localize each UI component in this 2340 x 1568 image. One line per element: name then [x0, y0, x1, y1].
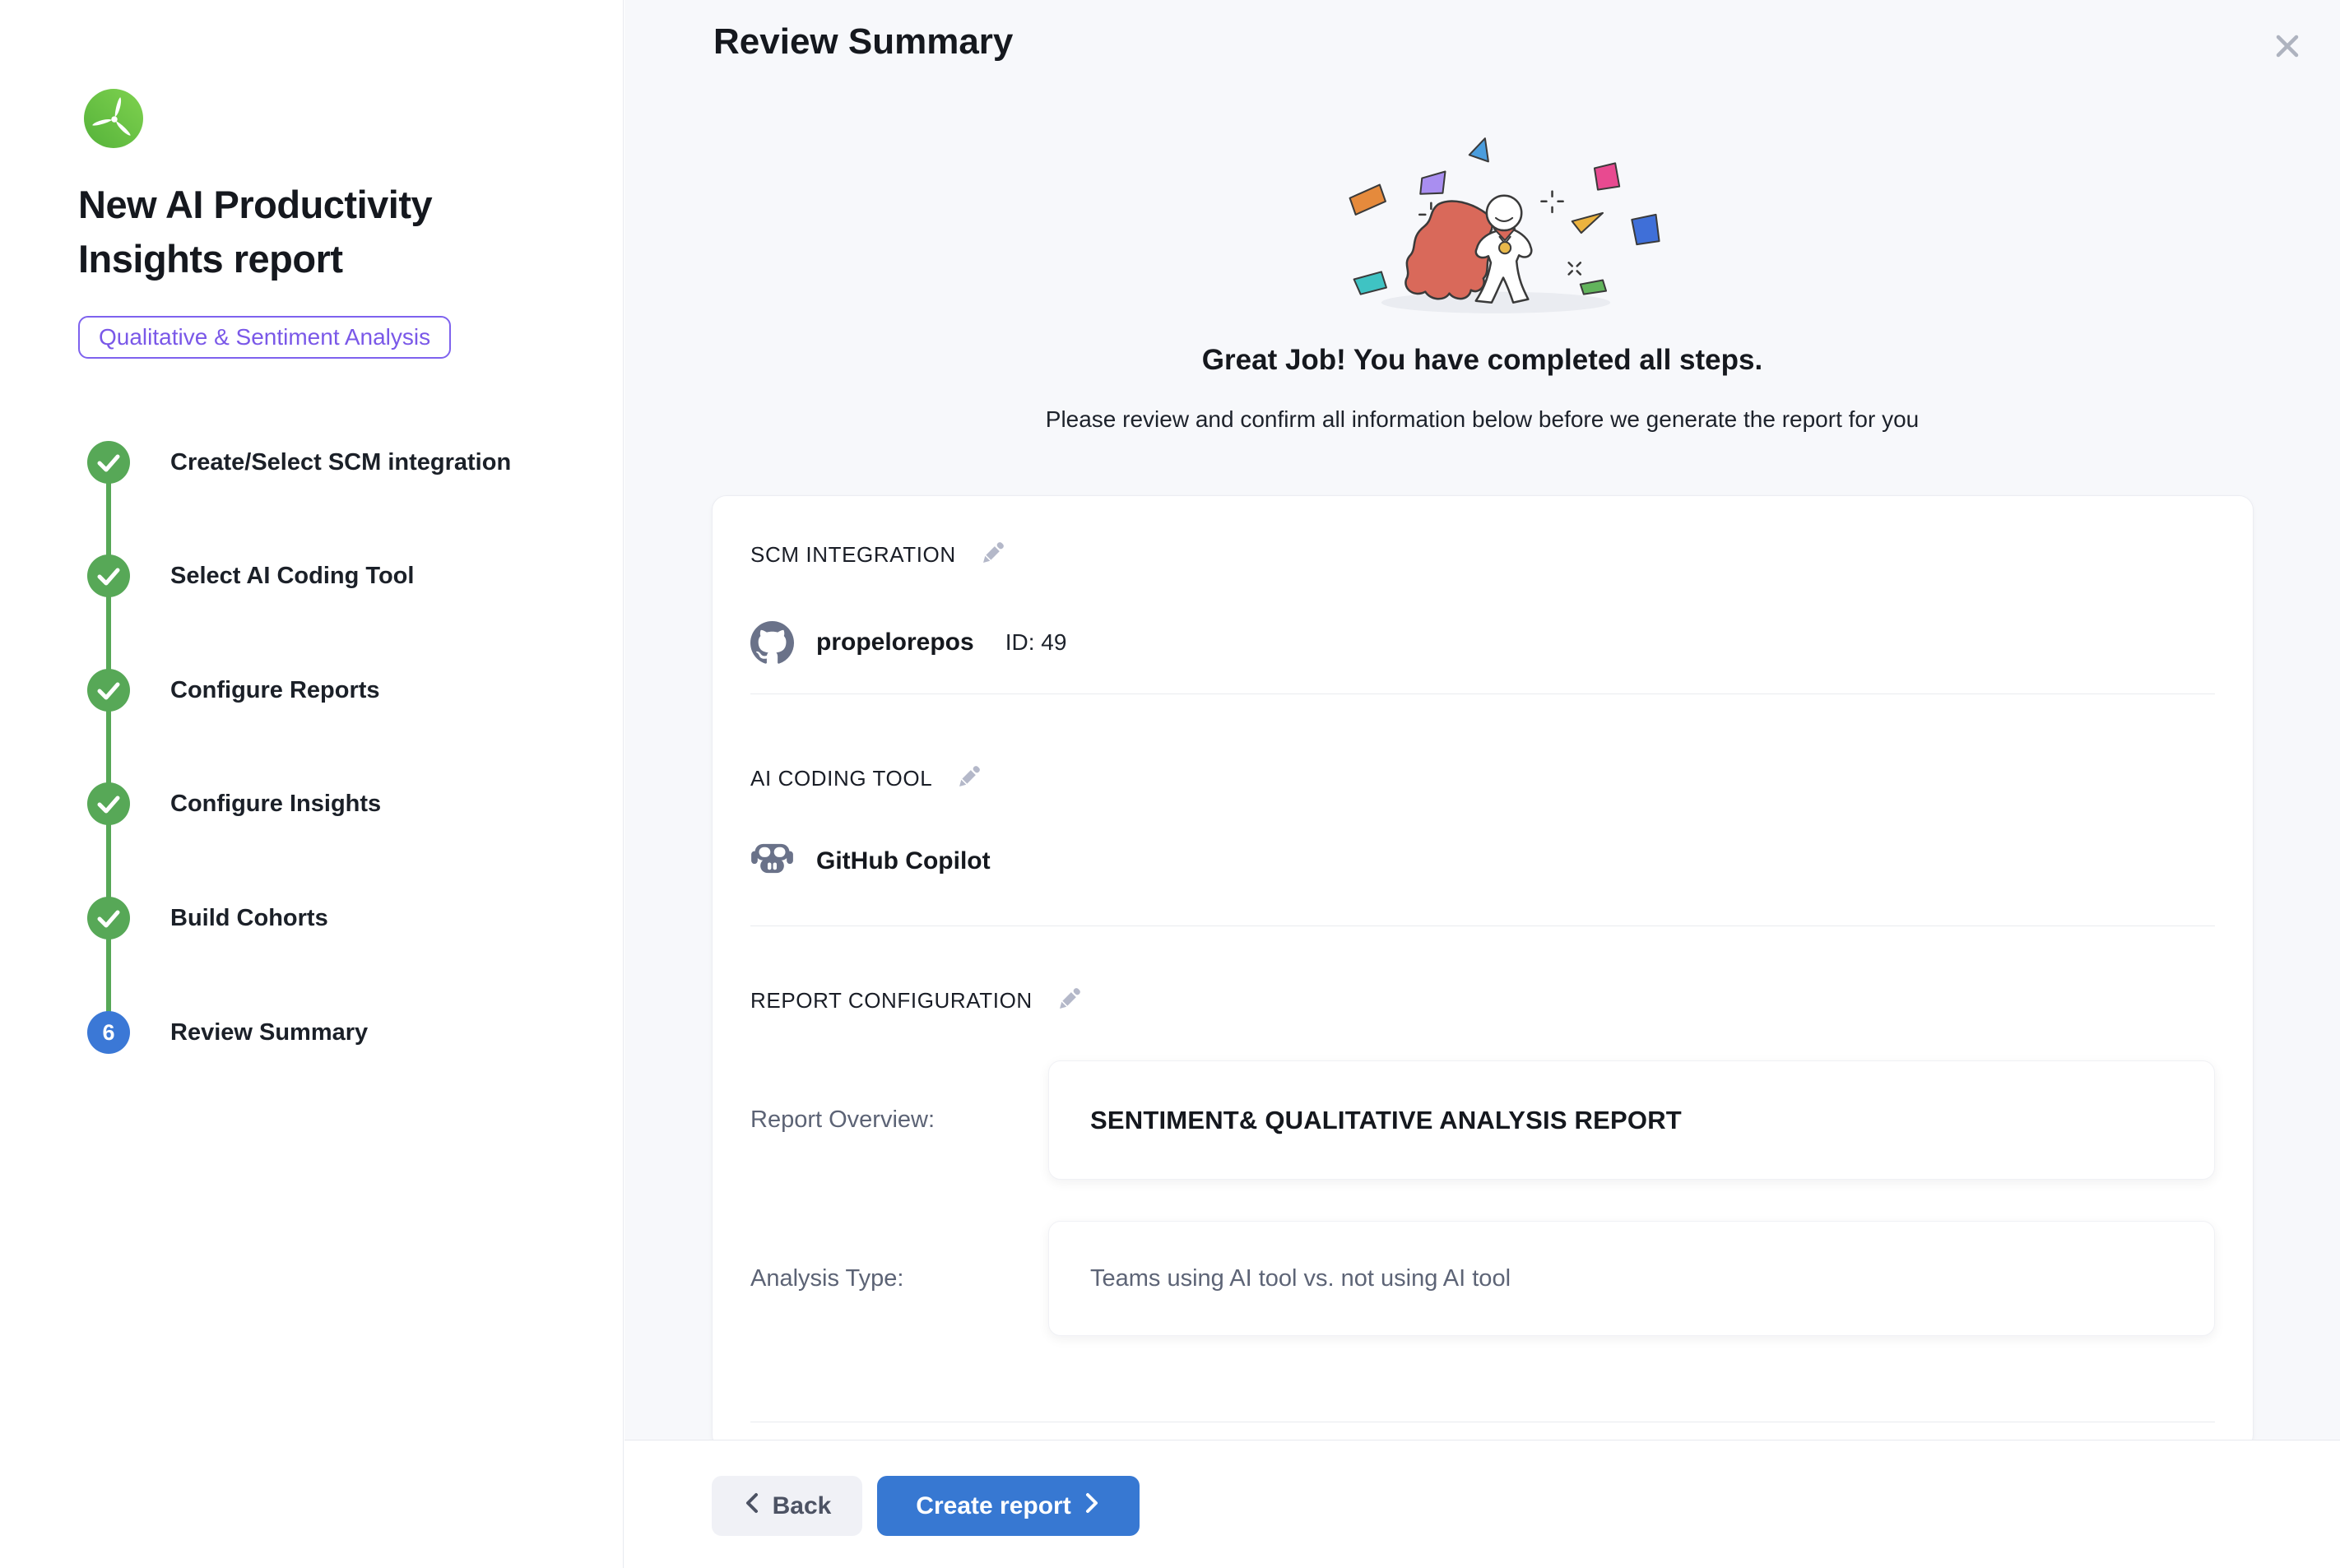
step-1-label: Create/Select SCM integration [170, 449, 511, 476]
celebration-illustration [1307, 122, 1688, 329]
report-overview-label: Report Overview: [750, 1106, 1048, 1134]
step-6-number-badge: 6 [87, 1011, 130, 1054]
analysis-type-label: Analysis Type: [750, 1265, 1048, 1292]
analysis-type-value-box: Teams using AI tool vs. not using AI too… [1048, 1221, 2215, 1336]
report-overview-value: SENTIMENT& QUALITATIVE ANALYSIS REPORT [1090, 1106, 1682, 1135]
step-2-check-icon [87, 554, 130, 597]
step-configure-reports[interactable]: Configure Reports [87, 669, 380, 712]
report-overview-value-box: SENTIMENT& QUALITATIVE ANALYSIS REPORT [1048, 1060, 2215, 1180]
scm-integration-row: propelorepos ID: 49 [750, 619, 1066, 666]
step-1-check-icon [87, 441, 130, 484]
close-button[interactable] [2268, 28, 2307, 67]
edit-report-configuration-button[interactable] [1054, 985, 1085, 1016]
copilot-icon [750, 840, 794, 884]
step-4-check-icon [87, 782, 130, 825]
step-5-label: Build Cohorts [170, 905, 328, 932]
step-3-check-icon [87, 669, 130, 712]
report-overview-row: Report Overview: SENTIMENT& QUALITATIVE … [750, 1060, 2215, 1180]
ai-coding-tool-name: GitHub Copilot [816, 847, 991, 875]
ai-coding-tool-row: GitHub Copilot [750, 838, 1022, 884]
scm-integration-name: propelorepos [816, 629, 974, 656]
ai-coding-tool-label: AI CODING TOOL [750, 766, 932, 791]
stepper-connector [106, 462, 111, 1032]
report-configuration-label: REPORT CONFIGURATION [750, 988, 1033, 1014]
divider [750, 925, 2215, 926]
wizard-stepper: Create/Select SCM integration Select AI … [0, 0, 624, 1152]
github-octocat-icon [750, 621, 794, 665]
step-6-label: Review Summary [170, 1019, 368, 1046]
summary-card: SCM INTEGRATION propelorepos ID: 49 AI [712, 495, 2254, 1450]
step-2-label: Select AI Coding Tool [170, 563, 414, 590]
pencil-icon [977, 537, 1009, 573]
chevron-left-icon [743, 1491, 761, 1522]
scm-integration-label: SCM INTEGRATION [750, 542, 956, 568]
review-summary-screen: New AI Productivity Insights report Qual… [0, 0, 2340, 1568]
congrats-subtitle: Please review and confirm all informatio… [624, 406, 2340, 433]
create-report-button-label: Create report [916, 1492, 1070, 1520]
close-icon [2271, 30, 2304, 67]
step-4-label: Configure Insights [170, 791, 381, 818]
step-5-check-icon [87, 897, 130, 939]
edit-ai-coding-tool-button[interactable] [954, 763, 985, 794]
step-build-cohorts[interactable]: Build Cohorts [87, 897, 328, 939]
congrats-title: Great Job! You have completed all steps. [624, 344, 2340, 377]
step-3-label: Configure Reports [170, 677, 380, 704]
back-button-label: Back [773, 1492, 832, 1520]
step-review-summary-active[interactable]: 6 Review Summary [87, 1011, 368, 1054]
page-title: Review Summary [713, 21, 1013, 63]
wizard-sidebar: New AI Productivity Insights report Qual… [0, 0, 624, 1568]
edit-scm-integration-button[interactable] [977, 539, 1009, 570]
analysis-type-value: Teams using AI tool vs. not using AI too… [1090, 1265, 1511, 1292]
analysis-type-row: Analysis Type: Teams using AI tool vs. n… [750, 1221, 2215, 1336]
step-create-select-scm-integration[interactable]: Create/Select SCM integration [87, 441, 511, 484]
step-configure-insights[interactable]: Configure Insights [87, 782, 381, 825]
chevron-right-icon [1083, 1491, 1101, 1522]
pencil-icon [954, 761, 985, 796]
pencil-icon [1054, 983, 1085, 1018]
step-select-ai-coding-tool[interactable]: Select AI Coding Tool [87, 554, 414, 597]
scm-integration-id: ID: 49 [1005, 629, 1067, 656]
create-report-button[interactable]: Create report [877, 1476, 1140, 1536]
back-button[interactable]: Back [712, 1476, 862, 1536]
